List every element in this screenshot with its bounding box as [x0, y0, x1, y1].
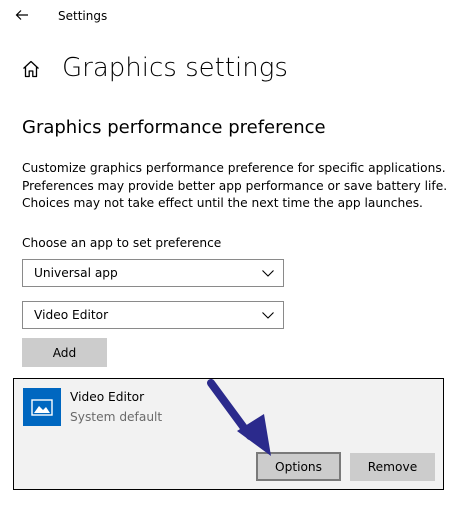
- title-bar: Settings: [0, 0, 474, 32]
- back-button[interactable]: [8, 2, 36, 28]
- app-type-selected: Universal app: [34, 266, 118, 280]
- app-type-dropdown[interactable]: Universal app: [22, 259, 284, 287]
- video-editor-glyph: [31, 399, 53, 416]
- app-entry-name: Video Editor: [70, 390, 145, 404]
- chevron-down-icon: [262, 312, 274, 319]
- settings-window: Settings Graphics settings Graphics perf…: [0, 0, 474, 521]
- app-select-dropdown[interactable]: Video Editor: [22, 301, 284, 329]
- description-line: Customize graphics performance preferenc…: [22, 161, 446, 175]
- app-entry-card[interactable]: Video Editor System default Options Remo…: [13, 378, 444, 490]
- add-button[interactable]: Add: [22, 338, 107, 367]
- video-editor-icon: [23, 388, 61, 426]
- app-title: Settings: [58, 9, 108, 23]
- page-title: Graphics settings: [62, 53, 288, 83]
- chevron-down-icon: [262, 270, 274, 277]
- description-line: Choices may not take effect until the ne…: [22, 196, 423, 210]
- app-entry-preference: System default: [70, 410, 163, 424]
- section-title: Graphics performance preference: [22, 117, 326, 138]
- back-arrow-icon: [15, 10, 28, 20]
- options-button[interactable]: Options: [256, 452, 341, 481]
- choose-app-label: Choose an app to set preference: [22, 236, 222, 250]
- section-description: Customize graphics performance preferenc…: [22, 160, 462, 213]
- app-selected: Video Editor: [34, 308, 109, 322]
- home-icon: [23, 60, 39, 78]
- remove-button[interactable]: Remove: [350, 453, 435, 481]
- description-line: Preferences may provide better app perfo…: [22, 178, 448, 193]
